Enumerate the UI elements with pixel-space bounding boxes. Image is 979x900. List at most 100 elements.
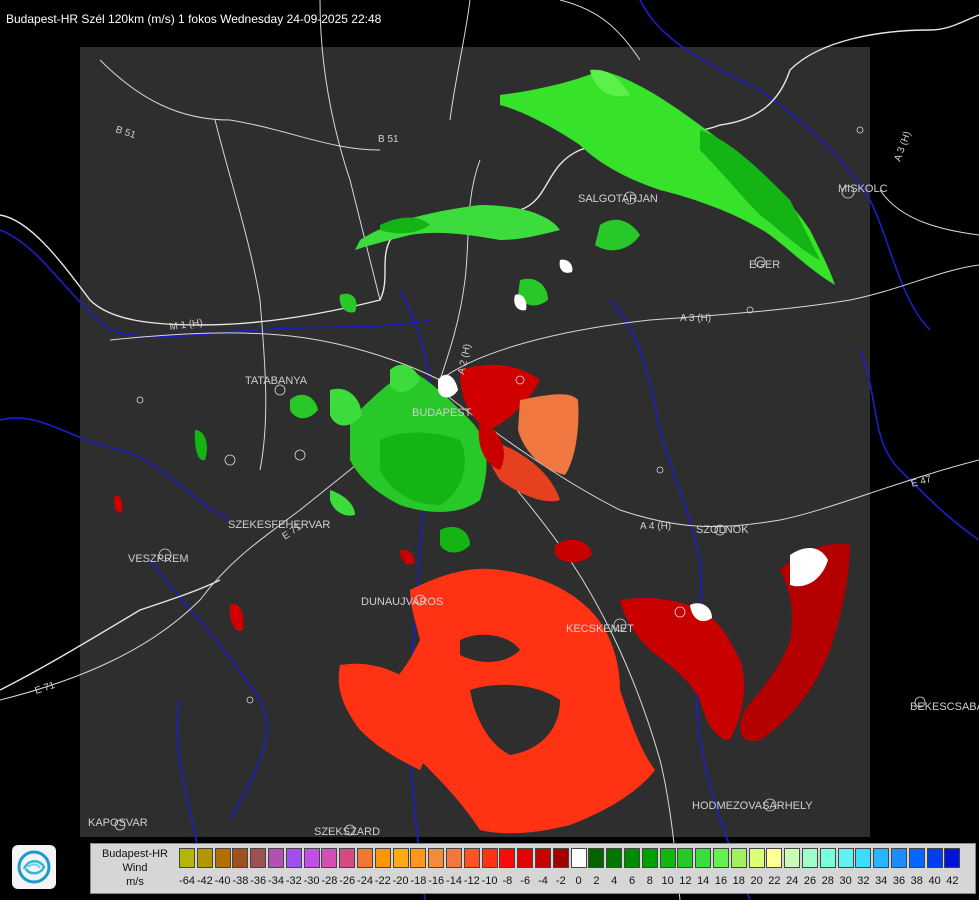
legend-swatch (730, 848, 747, 868)
legend-tick-label: 14 (697, 875, 710, 887)
city-label: TATABANYA (245, 375, 308, 387)
legend-tick-label: -6 (520, 875, 531, 887)
legend-label-line: Budapest-HR (101, 848, 169, 860)
legend-tick-label: 42 (946, 875, 959, 887)
color-legend: Budapest-HR Wind m/s -64 -42 -40 -38 -36 -34-… (90, 843, 976, 894)
legend-tick-label: 36 (892, 875, 906, 887)
legend-swatch (766, 848, 783, 868)
legend-swatch (748, 848, 765, 868)
city-label: DUNAUJVAROS (361, 596, 443, 608)
legend-tick-label: -24 (357, 875, 373, 887)
city-label: EGER (749, 259, 780, 271)
radar-map: SALGOTARJAN MISKOLC EGER TATABANYA BUDAP… (0, 0, 979, 900)
legend-swatch (624, 848, 640, 868)
legend-swatch (819, 848, 836, 868)
legend-tick-label: -42 (196, 875, 213, 887)
city-label: BUDAPEST (412, 407, 472, 419)
legend-tick-label: 28 (821, 875, 834, 887)
legend-swatch (891, 848, 907, 868)
legend-label: Budapest-HR Wind m/s (93, 847, 177, 889)
legend-tick-label: 34 (875, 875, 888, 887)
legend-tick-label: 18 (732, 875, 745, 887)
legend-swatch (303, 848, 320, 868)
legend-tick-label: 22 (768, 875, 781, 887)
city-label: SZOLNOK (696, 524, 749, 536)
legend-swatch (677, 848, 694, 868)
legend-swatch (214, 848, 231, 868)
legend-swatch (463, 848, 480, 868)
legend-tick-label: -38 (232, 875, 249, 887)
city-label: KAPOSVAR (88, 817, 148, 829)
legend-swatch (179, 848, 195, 868)
legend-tick-label: -20 (392, 875, 409, 887)
legend-tick-label: -8 (502, 875, 513, 887)
legend-swatch (321, 848, 338, 868)
road-label: A 3 (H) (892, 130, 913, 163)
legend-tick-label: -18 (410, 875, 427, 887)
legend-swatch (446, 848, 462, 868)
legend-tick-label: -34 (268, 875, 284, 887)
legend-swatch (695, 848, 712, 868)
legend-tick-label: 40 (928, 875, 941, 887)
legend-tick-label: 26 (803, 875, 817, 887)
legend-swatch (392, 848, 409, 868)
road-label: B 51 (378, 134, 399, 145)
legend-swatch (588, 848, 605, 868)
legend-label-line: m/s (126, 876, 144, 888)
city-label: SZEKESFEHERVAR (228, 519, 330, 531)
legend-tick-label: -14 (446, 875, 462, 887)
legend-tick-label: -4 (538, 875, 548, 887)
legend-swatch (659, 848, 676, 868)
legend-swatch (285, 848, 302, 868)
legend-swatch (250, 848, 267, 868)
legend-tick-label: -10 (481, 875, 498, 887)
legend-swatch (268, 848, 284, 868)
legend-tick-label: 8 (646, 875, 653, 887)
legend-swatch (428, 848, 445, 868)
legend-label-line: Wind (122, 862, 148, 874)
legend-swatch (499, 848, 516, 868)
city-label: MISKOLC (838, 183, 888, 195)
city-label: SALGOTARJAN (578, 193, 658, 205)
legend-tick-label: 4 (611, 875, 618, 887)
road-label: A 3 (H) (680, 313, 711, 324)
legend-tick-label: -12 (463, 875, 480, 887)
legend-tick-label: 30 (839, 875, 852, 887)
legend-tick-label: 6 (628, 875, 636, 887)
legend-swatch (481, 848, 498, 868)
legend-swatch (855, 848, 872, 868)
city-label: BEKESCSABA (910, 701, 979, 713)
legend-tick-label: -26 (339, 875, 356, 887)
legend-tick-label: -40 (214, 875, 231, 887)
city-label: VESZPREM (128, 553, 189, 565)
legend-swatch (410, 848, 427, 868)
legend-swatch (339, 848, 356, 868)
legend-tick-label: 16 (714, 875, 728, 887)
legend-swatch (926, 848, 943, 868)
legend-swatch (606, 848, 623, 868)
legend-swatch (357, 848, 373, 868)
legend-tick-label: -64 (179, 875, 195, 887)
legend-tick-label: 38 (910, 875, 923, 887)
legend-swatch (570, 848, 587, 868)
legend-swatch (517, 848, 534, 868)
legend-swatch (873, 848, 890, 868)
legend-swatch (908, 848, 925, 868)
legend-tick-label: 12 (679, 875, 692, 887)
legend-swatch (535, 848, 551, 868)
city-label: SZEKSZARD (314, 826, 380, 838)
map-title: Budapest-HR Szél 120km (m/s) 1 fokos Wed… (6, 12, 382, 26)
legend-swatch (196, 848, 213, 868)
legend-tick-label: -32 (285, 875, 302, 887)
legend-tick-label: -16 (428, 875, 445, 887)
city-label: KECSKEMET (566, 623, 634, 635)
legend-tick-label: -28 (321, 875, 338, 887)
road-label: E 71 (34, 680, 57, 697)
legend-tick-label: 10 (661, 875, 674, 887)
legend-swatch (552, 848, 569, 868)
legend-swatch (713, 848, 729, 868)
legend-swatch (232, 848, 249, 868)
road-label: E 47 (910, 474, 933, 490)
city-label: HODMEZOVASARHELY (692, 800, 813, 812)
legend-swatch (802, 848, 818, 868)
